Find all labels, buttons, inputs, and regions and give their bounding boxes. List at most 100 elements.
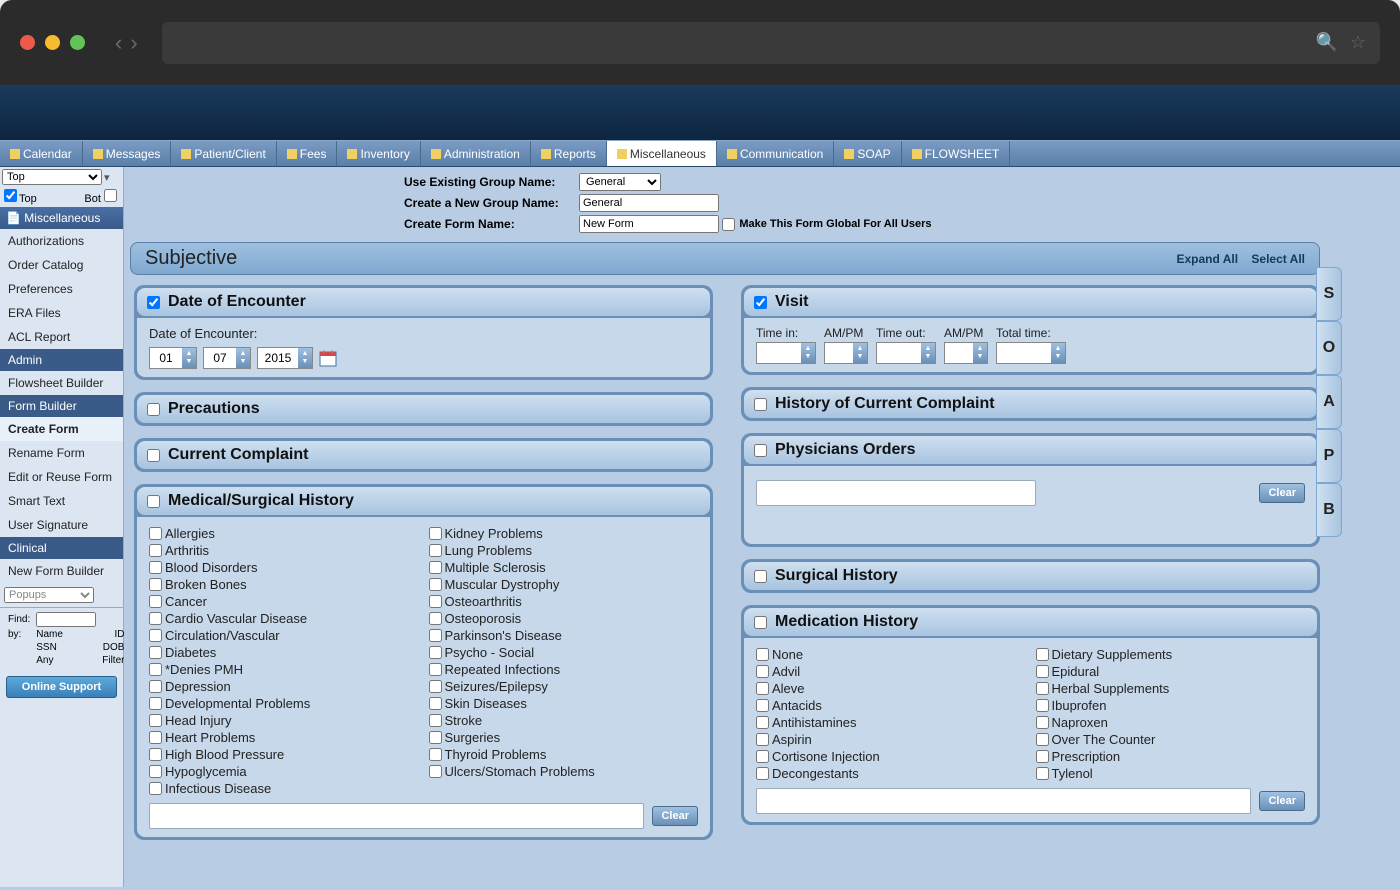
tab-soap[interactable]: SOAP — [834, 141, 901, 166]
check-infectious-disease[interactable]: Infectious Disease — [149, 780, 419, 797]
check-parkinson-s-disease[interactable]: Parkinson's Disease — [429, 627, 699, 644]
tab-inventory[interactable]: Inventory — [337, 141, 420, 166]
check-developmental-problems[interactable]: Developmental Problems — [149, 695, 419, 712]
visit-total-spinner[interactable]: ▲▼ — [996, 342, 1066, 364]
check-circulation-vascular[interactable]: Circulation/Vascular — [149, 627, 419, 644]
date-month-spinner[interactable]: ▲▼ — [149, 347, 197, 369]
search-icon[interactable]: 🔍 — [1315, 32, 1337, 53]
tab-patientclient[interactable]: Patient/Client — [171, 141, 276, 166]
find-opt-filter[interactable]: Filter — [100, 655, 126, 666]
check-prescription[interactable]: Prescription — [1036, 748, 1306, 765]
check-seizures-epilepsy[interactable]: Seizures/Epilepsy — [429, 678, 699, 695]
tab-reports[interactable]: Reports — [531, 141, 607, 166]
check-skin-diseases[interactable]: Skin Diseases — [429, 695, 699, 712]
check-epidural[interactable]: Epidural — [1036, 663, 1306, 680]
find-opt-dob[interactable]: DOB — [100, 642, 126, 653]
check-cortisone-injection[interactable]: Cortisone Injection — [756, 748, 1026, 765]
check-psycho---social[interactable]: Psycho - Social — [429, 644, 699, 661]
check-head-injury[interactable]: Head Injury — [149, 712, 419, 729]
phys-orders-input[interactable] — [756, 480, 1036, 506]
tab-fees[interactable]: Fees — [277, 141, 338, 166]
check-over-the-counter[interactable]: Over The Counter — [1036, 731, 1306, 748]
global-checkbox[interactable] — [722, 218, 735, 231]
visit-timeout-spinner[interactable]: ▲▼ — [876, 342, 936, 364]
sidebar-header-formbuilder[interactable]: Form Builder — [0, 395, 123, 417]
check-surgeries[interactable]: Surgeries — [429, 729, 699, 746]
maximize-window-icon[interactable] — [70, 35, 85, 50]
check-cancer[interactable]: Cancer — [149, 593, 419, 610]
check-antihistamines[interactable]: Antihistamines — [756, 714, 1026, 731]
check-osteoporosis[interactable]: Osteoporosis — [429, 610, 699, 627]
sidebar-item-edit-or-reuse-form[interactable]: Edit or Reuse Form — [0, 465, 123, 489]
find-opt-name[interactable]: Name — [34, 629, 98, 640]
check-blood-disorders[interactable]: Blood Disorders — [149, 559, 419, 576]
calendar-icon[interactable] — [319, 349, 337, 367]
tab-messages[interactable]: Messages — [83, 141, 172, 166]
find-opt-any[interactable]: Any — [34, 655, 98, 666]
check-ulcers-stomach-problems[interactable]: Ulcers/Stomach Problems — [429, 763, 699, 780]
sidebar-top-checkbox[interactable]: Top — [4, 189, 37, 205]
check-broken-bones[interactable]: Broken Bones — [149, 576, 419, 593]
sidebar-header-admin[interactable]: Admin — [0, 349, 123, 371]
check-naproxen[interactable]: Naproxen — [1036, 714, 1306, 731]
sidebar-item-preferences[interactable]: Preferences — [0, 277, 123, 301]
medhist-notes[interactable] — [149, 803, 644, 829]
tab-flowsheet[interactable]: FLOWSHEET — [902, 141, 1011, 166]
check--denies-pmh[interactable]: *Denies PMH — [149, 661, 419, 678]
check-thyroid-problems[interactable]: Thyroid Problems — [429, 746, 699, 763]
use-group-select[interactable]: General — [579, 173, 661, 191]
minimize-window-icon[interactable] — [45, 35, 60, 50]
sidebar-item-authorizations[interactable]: Authorizations — [0, 229, 123, 253]
check-lung-problems[interactable]: Lung Problems — [429, 542, 699, 559]
check-heart-problems[interactable]: Heart Problems — [149, 729, 419, 746]
sidebar-item-new-form-builder[interactable]: New Form Builder — [0, 559, 123, 583]
visit-ampm1-spinner[interactable]: ▲▼ — [824, 342, 868, 364]
back-icon[interactable]: ‹ — [115, 30, 122, 56]
check-none[interactable]: None — [756, 646, 1026, 663]
panel-mh-checkbox[interactable] — [754, 616, 767, 629]
check-muscular-dystrophy[interactable]: Muscular Dystrophy — [429, 576, 699, 593]
sidebar-item-flowsheet-builder[interactable]: Flowsheet Builder — [0, 371, 123, 395]
check-decongestants[interactable]: Decongestants — [756, 765, 1026, 782]
panel-sh-checkbox[interactable] — [754, 570, 767, 583]
close-window-icon[interactable] — [20, 35, 35, 50]
check-multiple-sclerosis[interactable]: Multiple Sclerosis — [429, 559, 699, 576]
date-year-spinner[interactable]: ▲▼ — [257, 347, 313, 369]
expand-all-link[interactable]: Expand All — [1177, 252, 1239, 266]
sidebar-item-user-signature[interactable]: User Signature — [0, 513, 123, 537]
panel-hxc-checkbox[interactable] — [754, 398, 767, 411]
check-cardio-vascular-disease[interactable]: Cardio Vascular Disease — [149, 610, 419, 627]
panel-precautions-checkbox[interactable] — [147, 403, 160, 416]
sidebar-item-acl-report[interactable]: ACL Report — [0, 325, 123, 349]
tab-miscellaneous[interactable]: Miscellaneous — [607, 141, 717, 166]
tab-administration[interactable]: Administration — [421, 141, 531, 166]
check-aleve[interactable]: Aleve — [756, 680, 1026, 697]
sidebar-bot-checkbox[interactable]: Bot — [84, 189, 119, 205]
sidebar-header-clinical[interactable]: Clinical — [0, 537, 123, 559]
find-opt-id[interactable]: ID — [100, 629, 126, 640]
check-kidney-problems[interactable]: Kidney Problems — [429, 525, 699, 542]
medication-clear-button[interactable]: Clear — [1259, 791, 1305, 811]
check-arthritis[interactable]: Arthritis — [149, 542, 419, 559]
medication-notes[interactable] — [756, 788, 1251, 814]
forward-icon[interactable]: › — [130, 30, 137, 56]
panel-visit-checkbox[interactable] — [754, 296, 767, 309]
tab-calendar[interactable]: Calendar — [0, 141, 83, 166]
check-aspirin[interactable]: Aspirin — [756, 731, 1026, 748]
sidebar-item-era-files[interactable]: ERA Files — [0, 301, 123, 325]
visit-ampm2-spinner[interactable]: ▲▼ — [944, 342, 988, 364]
find-input[interactable] — [36, 612, 96, 627]
soap-tab-o[interactable]: O — [1316, 321, 1342, 375]
check-diabetes[interactable]: Diabetes — [149, 644, 419, 661]
form-name-input[interactable] — [579, 215, 719, 233]
sidebar-item-rename-form[interactable]: Rename Form — [0, 441, 123, 465]
check-osteoarthritis[interactable]: Osteoarthritis — [429, 593, 699, 610]
check-hypoglycemia[interactable]: Hypoglycemia — [149, 763, 419, 780]
sidebar-top-select[interactable]: Top — [2, 169, 102, 185]
check-repeated-infections[interactable]: Repeated Infections — [429, 661, 699, 678]
tab-communication[interactable]: Communication — [717, 141, 834, 166]
sidebar-header-miscellaneous[interactable]: 📄 Miscellaneous — [0, 207, 123, 229]
check-dietary-supplements[interactable]: Dietary Supplements — [1036, 646, 1306, 663]
soap-tab-p[interactable]: P — [1316, 429, 1342, 483]
panel-date-checkbox[interactable] — [147, 296, 160, 309]
